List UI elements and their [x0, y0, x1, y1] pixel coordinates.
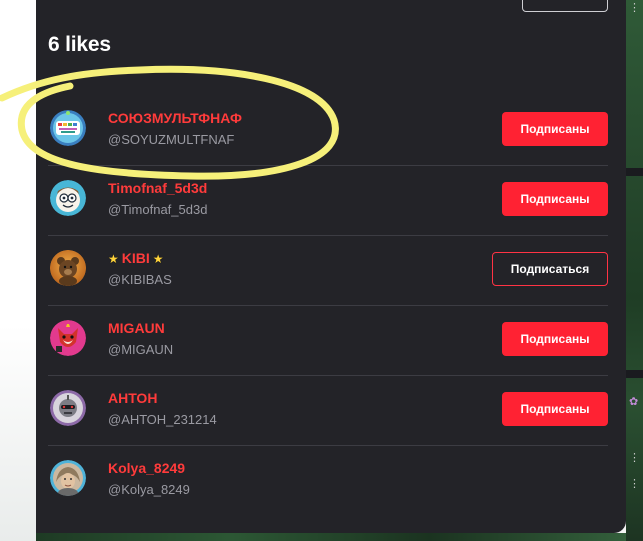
- user-display-name[interactable]: АНТОН: [108, 390, 157, 406]
- page-background-left: [0, 0, 36, 541]
- user-row[interactable]: Kolya_8249 @Kolya_8249: [48, 445, 608, 515]
- user-handle: @Kolya_8249: [108, 482, 190, 497]
- subscribe-button[interactable]: Подписаться: [492, 252, 608, 286]
- user-row[interactable]: ★ KIBI ★ @KIBIBAS Подписаться: [48, 235, 608, 306]
- user-handle: @АНТОН_231214: [108, 412, 217, 427]
- background-more-icon: ⋮: [629, 451, 640, 464]
- user-row[interactable]: СОЮЗМУЛЬТФНАФ @SOYUZMULTFNAF Подписаны: [48, 95, 608, 166]
- person-photo-icon[interactable]: [50, 460, 86, 496]
- background-more-icon: ⋮: [629, 1, 640, 14]
- user-row[interactable]: Timofnaf_5d3d @Timofnaf_5d3d Подписаны: [48, 165, 608, 236]
- likes-modal: 6 likes СОЮЗМУЛЬТФНАФ @SOYUZMULTFNAF Под…: [36, 0, 626, 533]
- subscribed-button[interactable]: Подписаны: [502, 392, 608, 426]
- red-fox-icon[interactable]: [50, 320, 86, 356]
- page-background-bottom: [36, 533, 626, 541]
- background-strip: [626, 168, 643, 176]
- user-handle: @SOYUZMULTFNAF: [108, 132, 235, 147]
- subscribed-button[interactable]: Подписаны: [502, 322, 608, 356]
- subscribed-button[interactable]: Подписаны: [502, 182, 608, 216]
- user-display-name[interactable]: ★ KIBI ★: [108, 250, 164, 266]
- user-display-name[interactable]: СОЮЗМУЛЬТФНАФ: [108, 110, 242, 126]
- background-more-icon: ⋮: [629, 477, 640, 490]
- user-row[interactable]: MIGAUN @MIGAUN Подписаны: [48, 305, 608, 376]
- user-display-name-text: KIBI: [121, 250, 150, 266]
- cartoon-face-icon[interactable]: [50, 180, 86, 216]
- user-row[interactable]: АНТОН @АНТОН_231214 Подписаны: [48, 375, 608, 446]
- user-display-name[interactable]: Timofnaf_5d3d: [108, 180, 207, 196]
- soyuzmult-logo-icon[interactable]: [50, 110, 86, 146]
- likes-count-title: 6 likes: [48, 33, 111, 56]
- user-display-name[interactable]: Kolya_8249: [108, 460, 185, 476]
- page-background-right: ⋮ ✿ ⋮ ⋮: [626, 0, 643, 541]
- user-handle: @KIBIBAS: [108, 272, 172, 287]
- modal-top-button[interactable]: [522, 0, 608, 12]
- star-icon: ★: [152, 252, 164, 266]
- background-strip: [626, 370, 643, 378]
- user-handle: @MIGAUN: [108, 342, 174, 357]
- teddy-bear-icon[interactable]: [50, 250, 86, 286]
- robot-head-icon[interactable]: [50, 390, 86, 426]
- subscribed-button[interactable]: Подписаны: [502, 112, 608, 146]
- star-icon: ★: [108, 252, 119, 266]
- background-flower-icon: ✿: [629, 395, 639, 408]
- user-handle: @Timofnaf_5d3d: [108, 202, 208, 217]
- user-display-name[interactable]: MIGAUN: [108, 320, 165, 336]
